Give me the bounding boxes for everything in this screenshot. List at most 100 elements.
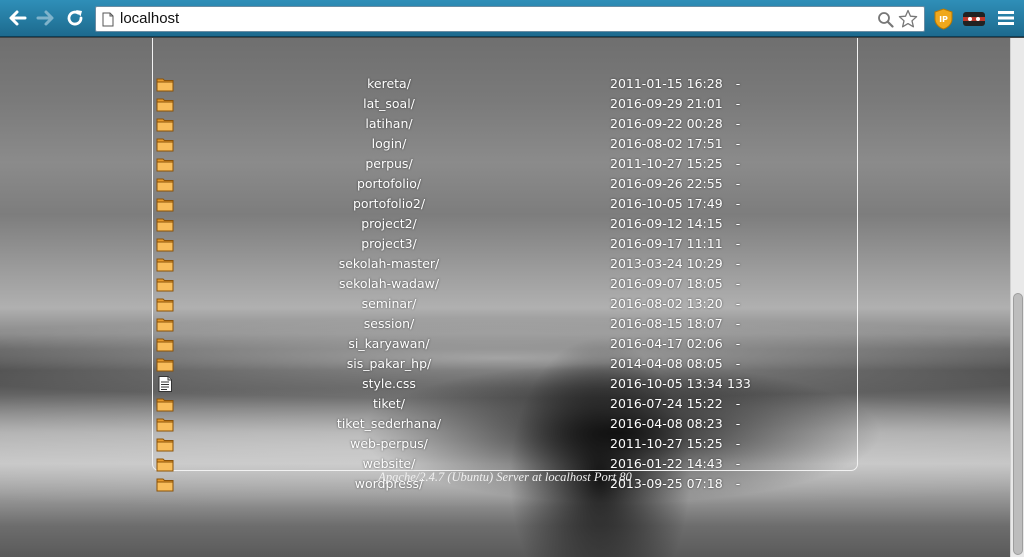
folder-icon[interactable] — [156, 276, 174, 292]
entry-name-link[interactable]: portofolio/ — [243, 176, 535, 191]
entry-size: - — [735, 136, 741, 151]
address-bar[interactable]: localhost — [95, 6, 925, 32]
entry-date: 2016-04-17 02:06 — [610, 336, 723, 351]
folder-icon[interactable] — [156, 136, 174, 152]
entry-name-link[interactable]: tiket/ — [243, 396, 535, 411]
entry-date: 2016-04-08 08:23 — [610, 416, 723, 431]
entry-name-link[interactable]: session/ — [243, 316, 535, 331]
entry-name-link[interactable]: sekolah-wadaw/ — [243, 276, 535, 291]
directory-listing: kereta/2011-01-15 16:28- lat_soal/2016-09… — [152, 38, 859, 492]
folder-icon[interactable] — [156, 96, 174, 112]
url-text[interactable]: localhost — [120, 10, 179, 27]
entry-size: - — [735, 356, 741, 371]
folder-icon[interactable] — [156, 196, 174, 212]
listing-row: portofolio/2016-09-26 22:55- — [153, 174, 859, 194]
file-icon[interactable] — [156, 376, 174, 392]
entry-date: 2016-09-17 11:11 — [610, 236, 723, 251]
entry-name-link[interactable]: si_karyawan/ — [243, 336, 535, 351]
entry-date: 2011-10-27 15:25 — [610, 156, 723, 171]
folder-icon[interactable] — [156, 416, 174, 432]
entry-name-link[interactable]: portofolio2/ — [243, 196, 535, 211]
entry-name-link[interactable]: lat_soal/ — [243, 96, 535, 111]
entry-name-link[interactable]: sekolah-master/ — [243, 256, 535, 271]
forward-arrow-icon[interactable] — [35, 7, 57, 29]
entry-date: 2016-10-05 13:34 — [610, 376, 723, 391]
entry-size: - — [735, 296, 741, 311]
folder-icon[interactable] — [156, 396, 174, 412]
zoom-icon[interactable] — [877, 11, 894, 28]
entry-date: 2016-01-22 14:43 — [610, 456, 723, 471]
entry-name-link[interactable]: project3/ — [243, 236, 535, 251]
entry-size: - — [735, 116, 741, 131]
entry-size: - — [735, 416, 741, 431]
entry-size: - — [735, 256, 741, 271]
entry-date: 2016-08-02 17:51 — [610, 136, 723, 151]
folder-icon[interactable] — [156, 296, 174, 312]
menu-icon[interactable] — [997, 10, 1015, 26]
folder-icon[interactable] — [156, 436, 174, 452]
listing-row: sekolah-wadaw/2016-09-07 18:05- — [153, 274, 859, 294]
entry-name-link[interactable]: tiket_sederhana/ — [243, 416, 535, 431]
listing-row: project2/2016-09-12 14:15- — [153, 214, 859, 234]
folder-icon[interactable] — [156, 256, 174, 272]
back-arrow-icon[interactable] — [6, 7, 28, 29]
browser-toolbar: localhost IP — [0, 0, 1024, 37]
scrollbar-thumb[interactable] — [1013, 293, 1023, 555]
listing-row: login/2016-08-02 17:51- — [153, 134, 859, 154]
entry-size: - — [735, 336, 741, 351]
folder-icon[interactable] — [156, 216, 174, 232]
folder-icon[interactable] — [156, 76, 174, 92]
listing-row: latihan/2016-09-22 00:28- — [153, 114, 859, 134]
vertical-scrollbar[interactable] — [1010, 38, 1024, 557]
entry-size: - — [735, 316, 741, 331]
entry-date: 2016-09-12 14:15 — [610, 216, 723, 231]
entry-size: - — [735, 396, 741, 411]
entry-size: - — [735, 176, 741, 191]
entry-name-link[interactable]: seminar/ — [243, 296, 535, 311]
mask-extension-icon[interactable] — [962, 10, 986, 28]
entry-date: 2016-09-29 21:01 — [610, 96, 723, 111]
entry-date: 2016-08-15 18:07 — [610, 316, 723, 331]
entry-size: 133 — [727, 376, 751, 391]
folder-icon[interactable] — [156, 116, 174, 132]
entry-date: 2011-01-15 16:28 — [610, 76, 723, 91]
entry-name-link[interactable]: perpus/ — [243, 156, 535, 171]
entry-size: - — [735, 216, 741, 231]
entry-date: 2011-10-27 15:25 — [610, 436, 723, 451]
folder-icon[interactable] — [156, 156, 174, 172]
entry-size: - — [735, 456, 741, 471]
listing-row: sekolah-master/2013-03-24 10:29- — [153, 254, 859, 274]
listing-row: web-perpus/2011-10-27 15:25- — [153, 434, 859, 454]
folder-icon[interactable] — [156, 176, 174, 192]
bookmark-star-icon[interactable] — [898, 9, 918, 29]
entry-name-link[interactable]: latihan/ — [243, 116, 535, 131]
entry-name-link[interactable]: website/ — [243, 456, 535, 471]
entry-name-link[interactable]: sis_pakar_hp/ — [243, 356, 535, 371]
folder-icon[interactable] — [156, 336, 174, 352]
svg-text:IP: IP — [939, 15, 948, 24]
entry-date: 2016-10-05 17:49 — [610, 196, 723, 211]
listing-row: seminar/2016-08-02 13:20- — [153, 294, 859, 314]
listing-row: session/2016-08-15 18:07- — [153, 314, 859, 334]
entry-size: - — [735, 436, 741, 451]
entry-size: - — [735, 76, 741, 91]
entry-name-link[interactable]: project2/ — [243, 216, 535, 231]
entry-date: 2016-09-22 00:28 — [610, 116, 723, 131]
ip-extension-icon[interactable]: IP — [934, 8, 953, 30]
folder-icon[interactable] — [156, 356, 174, 372]
reload-icon[interactable] — [64, 7, 86, 29]
entry-name-link[interactable]: kereta/ — [243, 76, 535, 91]
listing-row: kereta/2011-01-15 16:28- — [153, 74, 859, 94]
entry-name-link[interactable]: login/ — [243, 136, 535, 151]
entry-name-link[interactable]: web-perpus/ — [243, 436, 535, 451]
entry-date: 2013-03-24 10:29 — [610, 256, 723, 271]
folder-icon[interactable] — [156, 316, 174, 332]
folder-icon[interactable] — [156, 236, 174, 252]
entry-name-link[interactable]: style.css — [243, 376, 535, 391]
listing-row: portofolio2/2016-10-05 17:49- — [153, 194, 859, 214]
listing-row: style.css 2016-10-05 13:34 133 — [153, 374, 859, 394]
page-viewport: kereta/2011-01-15 16:28- lat_soal/2016-09… — [0, 38, 1010, 557]
entry-date: 2016-09-07 18:05 — [610, 276, 723, 291]
entry-size: - — [735, 236, 741, 251]
listing-row: tiket_sederhana/2016-04-08 08:23- — [153, 414, 859, 434]
